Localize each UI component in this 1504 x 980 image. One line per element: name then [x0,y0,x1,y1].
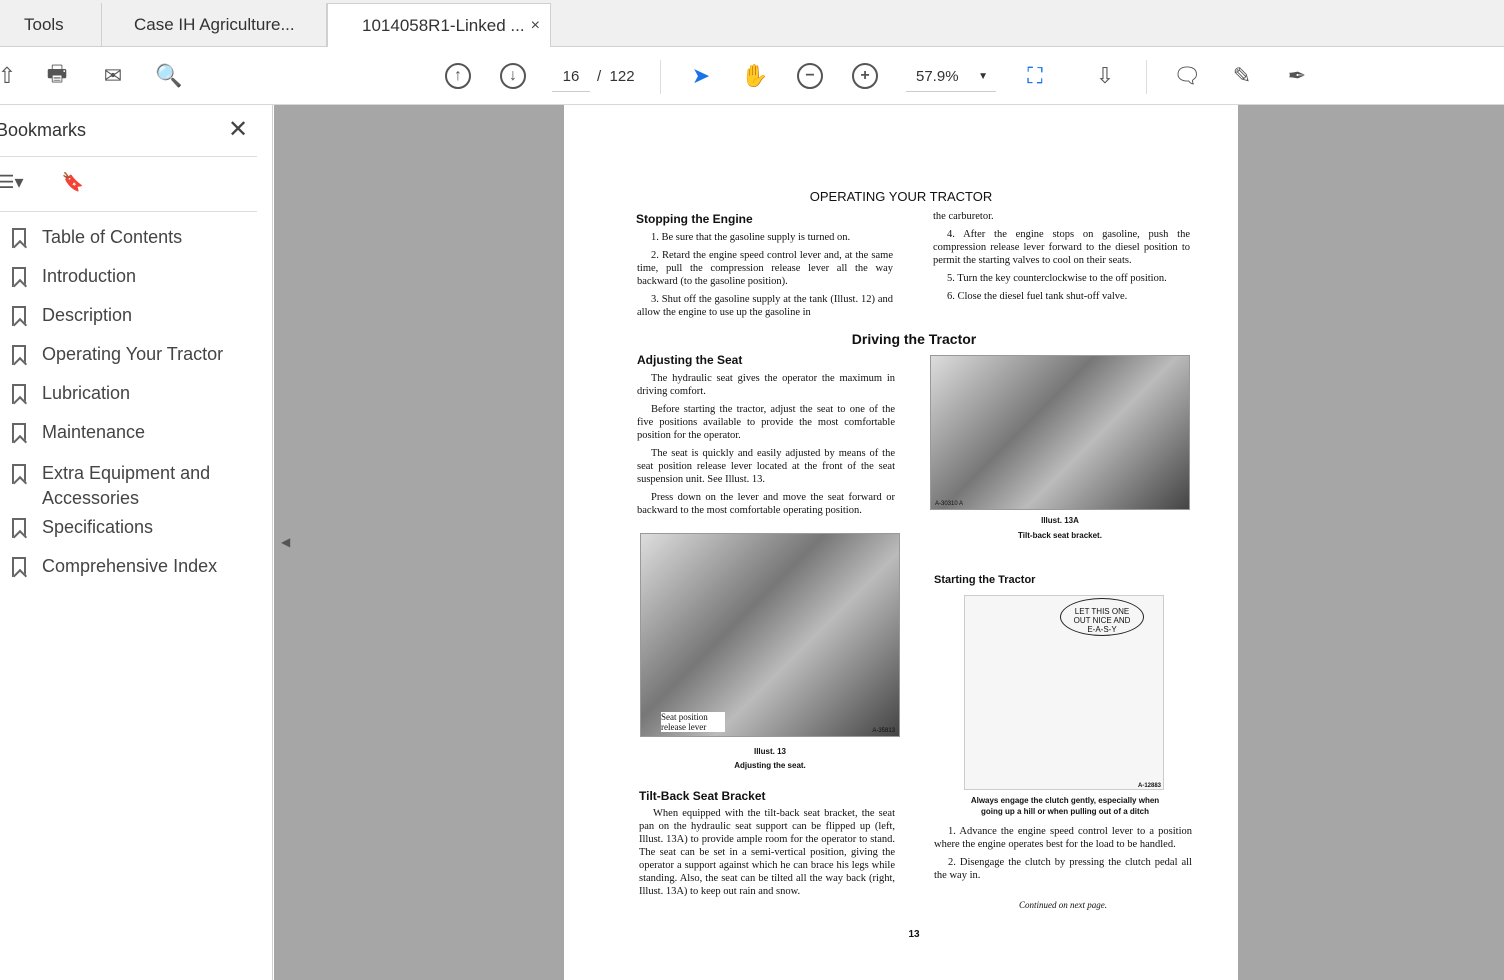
heading-starting: Starting the Tractor [934,574,1036,586]
bookmark-label: Introduction [42,266,137,286]
fit-page-icon[interactable]: ⛶ [1020,61,1050,91]
bookmark-maintenance[interactable]: Maintenance [12,422,145,443]
hand-tool-icon[interactable]: ✋ [740,61,770,91]
tilt-text: When equipped with the tilt-back seat br… [639,808,895,897]
bookmark-index[interactable]: Comprehensive Index [12,556,217,577]
bookmark-label: Lubrication [42,383,131,403]
bookmark-label: Maintenance [42,422,146,442]
bookmark-icon [12,345,26,365]
heading-adjusting-seat: Adjusting the Seat [637,353,743,367]
previous-page-button[interactable]: ↑ [443,61,473,91]
bookmark-label: Specifications [42,517,154,537]
illustration-13a: A-30310 A [930,355,1190,510]
tab-label: Tools [24,15,64,34]
cartoon-illustration: LET THIS ONE OUT NICE AND E-A-S-Y A-1288… [964,595,1164,790]
next-page-button[interactable]: ↓ [498,61,528,91]
zoom-out-button[interactable]: − [795,61,825,91]
tab-case-ih[interactable]: Case IH Agriculture... [102,3,327,47]
bookmark-icon [12,423,26,443]
bookmark-icon [12,557,26,577]
share-icon[interactable]: ⇧ [0,61,22,91]
bookmark-label: Operating Your Tractor [42,344,224,364]
page-separator: / [597,68,602,85]
tab-document[interactable]: 1014058R1-Linked ... × [327,3,551,48]
heading-driving: Driving the Tractor [851,331,977,347]
cartoon-caption: Always engage the clutch gently, especia… [970,796,1160,816]
bookmark-table-of-contents[interactable]: Table of Contents [12,227,182,248]
continued-note: Continued on next page. [1019,900,1107,910]
stopping-text-2: the carburetor. 4. After the engine stops… [933,211,1190,302]
zoom-select[interactable]: 57.9% ▼ [906,62,996,92]
scroll-mode-icon[interactable]: ⇩ [1090,61,1120,91]
bookmark-label: Extra Equipment and Accessories [42,463,211,508]
heading-tilt-back: Tilt-Back Seat Bracket [639,789,766,803]
highlight-icon[interactable]: ✎ [1227,61,1257,91]
tab-label: Case IH Agriculture... [134,15,295,34]
select-cursor-icon[interactable]: ➤ [686,61,716,91]
bookmark-icon [12,518,26,538]
heading-stopping: Stopping the Engine [636,212,753,226]
speech-bubble: LET THIS ONE OUT NICE AND E-A-S-Y [1060,598,1144,636]
chevron-down-icon: ▼ [978,71,988,82]
bookmark-specifications[interactable]: Specifications [12,517,153,538]
starting-text: 1. Advance the engine speed control leve… [934,826,1192,881]
tab-bar: Tools Case IH Agriculture... 1014058R1-L… [0,0,1504,48]
bookmark-icon [12,384,26,404]
bookmark-label: Comprehensive Index [42,556,218,576]
page-number-input[interactable]: 16 [552,62,590,92]
illus-code: A-30310 A [935,501,964,507]
panel-title: Bookmarks [0,120,87,140]
illus-label: Seat position release lever [661,712,725,732]
collapse-panel-icon[interactable]: ◀ [281,535,290,549]
bookmark-operating[interactable]: Operating Your Tractor [12,344,223,365]
tab-tools[interactable]: Tools [0,3,102,47]
illus13a-caption: Tilt-back seat bracket. [1018,531,1102,540]
bookmark-label: Description [42,305,133,325]
seat-text: The hydraulic seat gives the operator th… [637,373,895,516]
print-icon[interactable]: 🖶 [42,61,72,91]
bookmark-icon [12,228,26,248]
new-bookmark-icon[interactable]: 🔖 [58,167,88,197]
illus-code: A-12883 [1137,783,1161,789]
bookmark-introduction[interactable]: Introduction [12,266,136,287]
stopping-text: 1. Be sure that the gasoline supply is t… [637,232,893,318]
page-total: / 122 [597,62,635,92]
page-total-value: 122 [609,68,635,85]
page-title: OPERATING YOUR TRACTOR [809,189,993,204]
comment-icon[interactable]: 🗨 [1172,61,1202,91]
bookmark-icon [12,306,26,326]
illus13-label: Illust. 13 [753,747,786,756]
bookmark-description[interactable]: Description [12,305,132,326]
bookmark-lubrication[interactable]: Lubrication [12,383,130,404]
bookmark-label: Table of Contents [42,227,183,247]
search-icon[interactable]: 🔍 [154,61,184,91]
email-icon[interactable]: ✉ [98,61,128,91]
zoom-in-button[interactable]: + [850,61,880,91]
pdf-page: OPERATING YOUR TRACTOR Stopping the Engi… [564,105,1238,980]
sign-icon[interactable]: ✒ [1282,61,1312,91]
page-number: 13 [908,929,920,940]
bookmark-icon [12,464,26,484]
illus13a-label: Illust. 13A [1041,516,1079,525]
illus-code: A-35813 [872,728,895,734]
options-menu-icon[interactable]: ☰▾ [0,167,26,197]
illustration-13: Seat position release lever A-35813 [640,533,900,737]
bookmark-extra-equipment[interactable]: Extra Equipment and Accessories [12,461,212,511]
zoom-value: 57.9% [916,68,959,85]
illus13-caption: Adjusting the seat. [734,761,806,770]
close-tab-icon[interactable]: × [531,17,540,35]
bookmark-icon [12,267,26,287]
bookmarks-panel: Bookmarks ✕ ☰▾ 🔖 Table of Contents Intro… [0,105,273,980]
close-panel-icon[interactable]: ✕ [228,115,248,144]
tab-label: 1014058R1-Linked ... [362,16,525,35]
